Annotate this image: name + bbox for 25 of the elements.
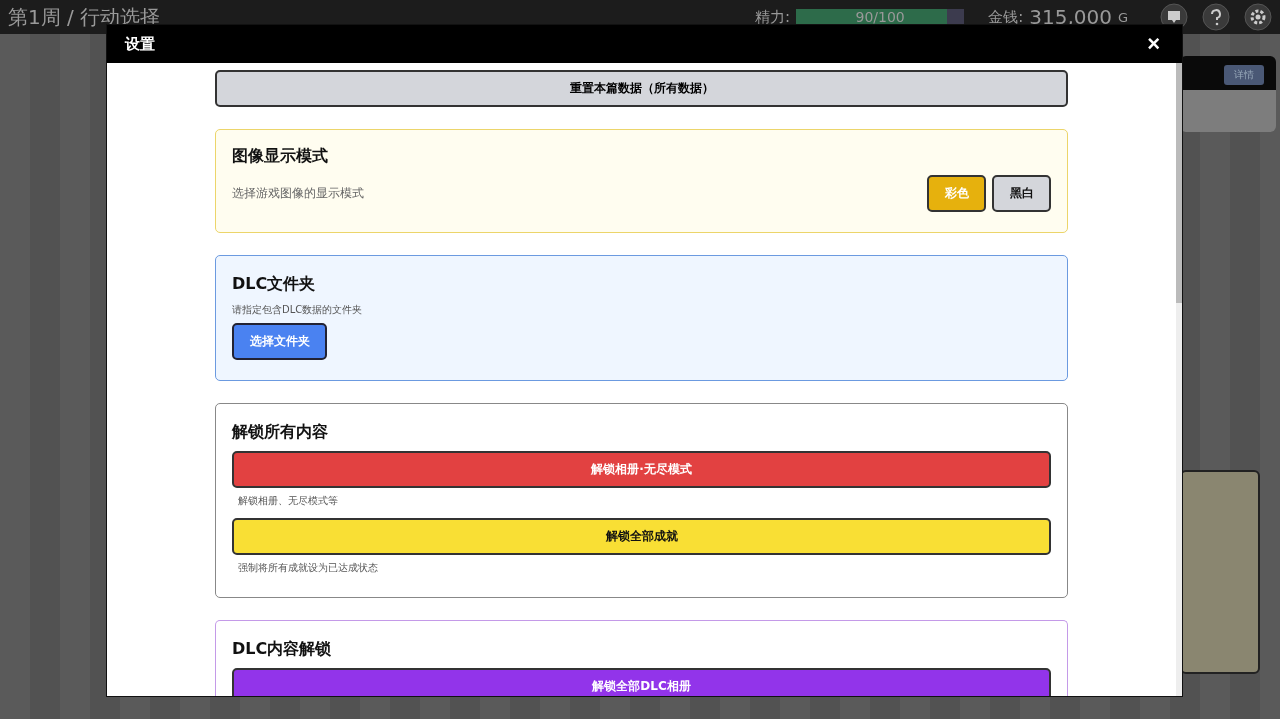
section-title: DLC内容解锁 xyxy=(232,639,333,660)
stamina-reading: 90/100 xyxy=(854,9,906,25)
settings-icon[interactable] xyxy=(1244,3,1272,31)
section-description: 请指定包含DLC数据的文件夹 xyxy=(232,303,364,317)
action-note: 强制将所有成就设为已达成状态 xyxy=(238,561,379,575)
unlock-button[interactable]: 解锁全部DLC相册 xyxy=(232,668,1051,696)
money-label: 金钱: xyxy=(988,7,1024,27)
choose-folder-button[interactable]: 选择文件夹 xyxy=(232,323,327,360)
scrollbar[interactable] xyxy=(1176,63,1182,696)
stamina-label: 精力: xyxy=(755,7,791,27)
unlock-button[interactable]: 解锁全部成就 xyxy=(232,518,1051,555)
reset-data-button[interactable]: 重置本篇数据（所有数据） xyxy=(215,70,1068,107)
section-description: 选择游戏图像的显示模式 xyxy=(232,185,364,202)
action-note: 解锁相册、无尽模式等 xyxy=(238,494,339,508)
section-title: 解锁所有内容 xyxy=(232,422,329,443)
details-button[interactable]: 详情 xyxy=(1224,65,1264,85)
money-value: 315,000 xyxy=(1029,5,1112,29)
section-title: 图像显示模式 xyxy=(232,146,329,167)
unlock-button[interactable]: 解锁相册·无尽模式 xyxy=(232,451,1051,488)
help-icon[interactable] xyxy=(1202,3,1230,31)
section-title: DLC文件夹 xyxy=(232,274,317,295)
dialog-title: 设置 xyxy=(125,34,155,54)
money-unit: G xyxy=(1117,9,1128,25)
close-button[interactable]: × xyxy=(1143,33,1164,55)
mode-option-button[interactable]: 黑白 xyxy=(992,175,1051,212)
